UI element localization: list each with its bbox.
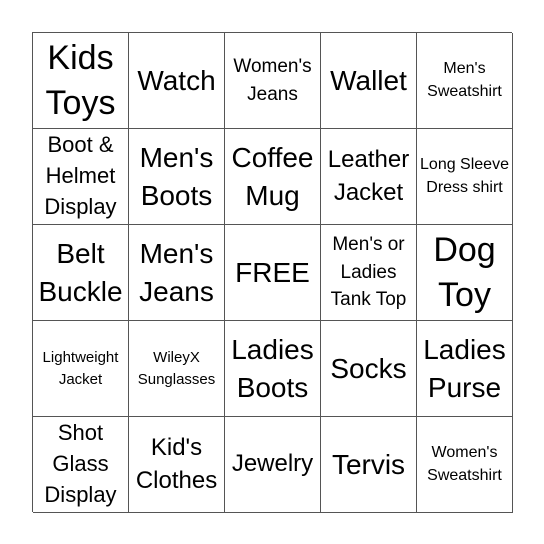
bingo-cell[interactable]: Long Sleeve Dress shirt — [417, 129, 513, 225]
bingo-cell[interactable]: Kids Toys — [33, 33, 129, 129]
bingo-cell[interactable]: Ladies Boots — [225, 321, 321, 417]
bingo-cell-label: Men's Jeans — [139, 237, 214, 307]
bingo-cell-label: Dog Toy — [433, 231, 496, 314]
bingo-cell-label: Ladies Boots — [231, 333, 314, 403]
bingo-cell-label: Socks — [330, 352, 407, 384]
bingo-cell-label: Boot & Helmet Display — [44, 132, 117, 219]
bingo-cell-label: Long Sleeve Dress shirt — [420, 156, 509, 196]
bingo-cell-label: Watch — [137, 64, 216, 96]
bingo-cell[interactable]: Lightweight Jacket — [33, 321, 129, 417]
bingo-cell[interactable]: Men's Jeans — [129, 225, 225, 321]
bingo-cell-label: WileyX Sunglasses — [137, 348, 216, 388]
bingo-cell[interactable]: Dog Toy — [417, 225, 513, 321]
bingo-cell[interactable]: Men's Sweatshirt — [417, 33, 513, 129]
bingo-cell-label: Men's Boots — [139, 141, 214, 211]
bingo-cell[interactable]: Wallet — [321, 33, 417, 129]
bingo-cell[interactable]: Shot Glass Display — [33, 417, 129, 513]
bingo-cell-label: Men's Sweatshirt — [427, 60, 502, 100]
bingo-cell-label: Coffee Mug — [231, 141, 314, 211]
bingo-cell[interactable]: Watch — [129, 33, 225, 129]
bingo-cell[interactable]: Belt Buckle — [33, 225, 129, 321]
bingo-cell[interactable]: Ladies Purse — [417, 321, 513, 417]
bingo-cell-label: Ladies Purse — [423, 333, 506, 403]
bingo-cell[interactable]: Women's Sweatshirt — [417, 417, 513, 513]
bingo-cell-label: Women's Sweatshirt — [427, 444, 502, 484]
bingo-cell-label: Kid's Clothes — [135, 434, 218, 494]
bingo-board: Kids Toys Watch Women's Jeans Wallet Men's S… — [32, 32, 513, 513]
bingo-cell[interactable]: Coffee Mug — [225, 129, 321, 225]
bingo-cell-label: Tervis — [331, 448, 406, 480]
bingo-cell-label: Belt Buckle — [38, 237, 123, 307]
bingo-cell[interactable]: Kid's Clothes — [129, 417, 225, 513]
bingo-cell[interactable]: Boot & Helmet Display — [33, 129, 129, 225]
bingo-cell-label: Shot Glass Display — [44, 420, 117, 507]
bingo-cell-label: FREE — [235, 256, 310, 288]
bingo-cell[interactable]: FREE — [225, 225, 321, 321]
bingo-cell[interactable]: Men's Boots — [129, 129, 225, 225]
bingo-cell-label: Kids Toys — [45, 39, 116, 122]
bingo-cell[interactable]: Tervis — [321, 417, 417, 513]
bingo-cell[interactable]: Women's Jeans — [225, 33, 321, 129]
bingo-cell[interactable]: Men's or Ladies Tank Top — [321, 225, 417, 321]
bingo-cell-label: Lightweight Jacket — [42, 348, 119, 388]
bingo-cell-label: Men's or Ladies Tank Top — [330, 234, 407, 311]
bingo-cell[interactable]: Leather Jacket — [321, 129, 417, 225]
bingo-cell[interactable]: Socks — [321, 321, 417, 417]
bingo-cell-label: Leather Jacket — [327, 146, 410, 206]
bingo-cell[interactable]: Jewelry — [225, 417, 321, 513]
bingo-cell[interactable]: WileyX Sunglasses — [129, 321, 225, 417]
bingo-cell-label: Women's Jeans — [233, 55, 312, 105]
bingo-cell-label: Wallet — [330, 64, 407, 96]
bingo-cell-label: Jewelry — [231, 450, 314, 478]
